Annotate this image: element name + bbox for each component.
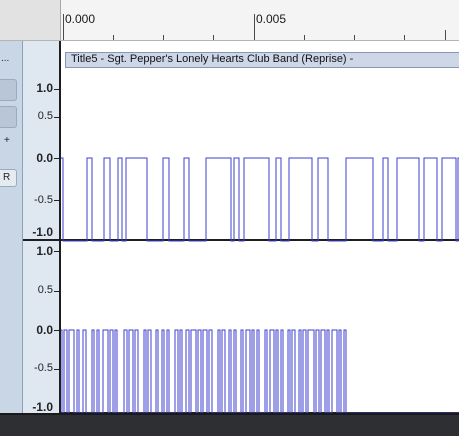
scale-label: 0.0	[36, 151, 53, 165]
ruler-minor-tick	[445, 30, 446, 40]
track-menu-dots[interactable]: ...	[1, 53, 9, 64]
ruler-minor-tick	[113, 35, 114, 40]
scale-tick	[54, 89, 59, 90]
ruler-minor-tick	[163, 35, 164, 40]
channel-divider	[23, 239, 59, 241]
scale-label: -0.5	[34, 362, 53, 374]
pan-label-right: R	[3, 172, 11, 183]
timeline-scale[interactable]: 0.000 0.005	[61, 0, 459, 40]
scale-label: 0.5	[37, 284, 53, 296]
waveform-trace-right	[61, 329, 459, 414]
waveform-channel-right	[61, 329, 459, 414]
scale-label: -1.0	[32, 225, 53, 239]
scale-tick	[54, 251, 59, 252]
ruler-minor-tick	[354, 35, 355, 40]
gain-slider-plus[interactable]: +	[4, 135, 10, 146]
timeline-ruler[interactable]: 0.000 0.005	[0, 0, 459, 41]
scale-label: -0.5	[34, 194, 53, 206]
ruler-minor-tick	[404, 35, 405, 40]
waveform-channel-left	[61, 157, 459, 242]
scale-label: -1.0	[32, 400, 53, 414]
bottom-bar	[0, 415, 459, 436]
ruler-minor-tick	[304, 35, 305, 40]
ruler-major-tick	[63, 14, 64, 40]
ruler-label: 0.000	[65, 12, 96, 26]
waveform-trace-left	[61, 157, 459, 242]
scale-label: 0.0	[36, 323, 53, 337]
scale-tick	[54, 330, 59, 331]
scale-label: 1.0	[36, 244, 53, 258]
waveform-svg[interactable]	[61, 41, 459, 415]
scale-tick	[54, 200, 59, 201]
ruler-corner	[0, 0, 61, 40]
scale-tick	[54, 369, 59, 370]
mute-button[interactable]	[0, 79, 17, 101]
solo-button[interactable]	[0, 106, 17, 128]
ruler-major-tick	[254, 14, 255, 40]
scale-tick	[54, 291, 59, 292]
scale-tick	[54, 158, 59, 159]
track-title[interactable]: Title5 - Sgt. Pepper's Lonely Hearts Clu…	[65, 52, 459, 68]
scale-tick	[54, 117, 59, 118]
track-control-panel[interactable]: ... + R	[0, 41, 23, 415]
scale-label: 0.5	[37, 110, 53, 122]
ruler-label: 0.005	[256, 12, 287, 26]
vertical-ruler[interactable]: 1.0 0.5 0.0 -0.5 -1.0 1.0 0.5 0.0 -0.5 -…	[23, 41, 61, 415]
ruler-minor-tick	[213, 35, 214, 40]
waveform-area[interactable]	[61, 41, 459, 415]
scale-label: 1.0	[36, 81, 53, 95]
